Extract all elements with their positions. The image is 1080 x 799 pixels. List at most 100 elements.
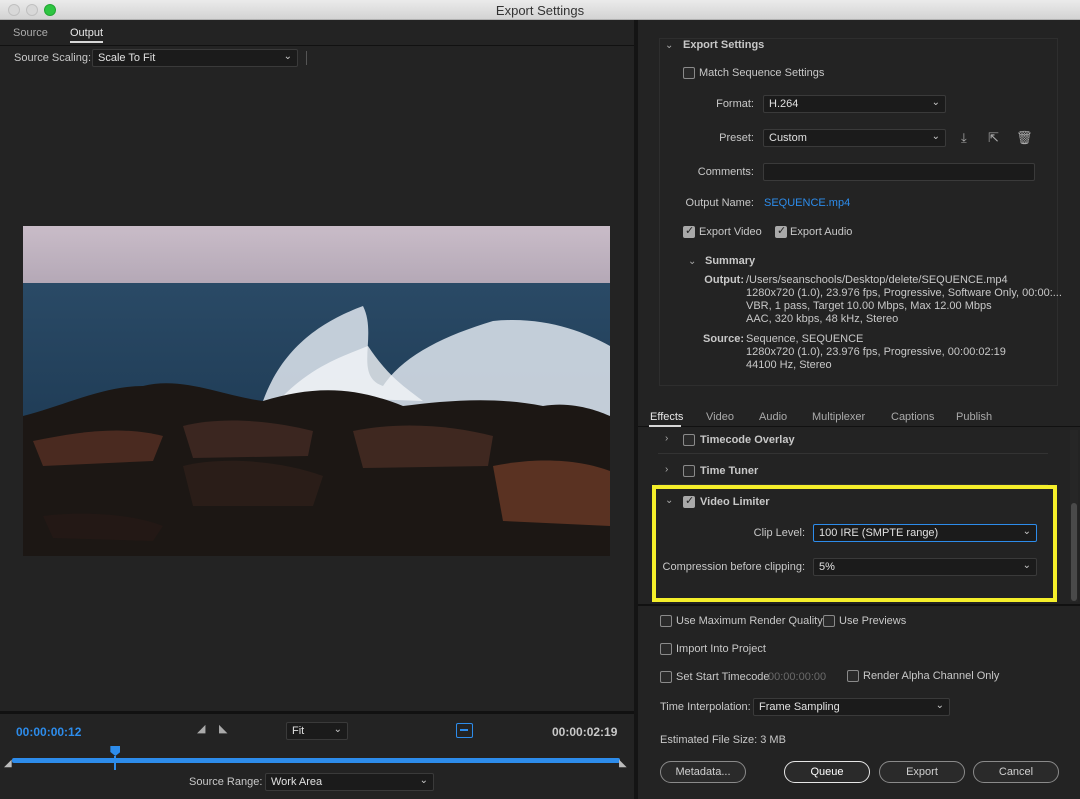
tab-source[interactable]: Source: [13, 27, 48, 39]
expand-chevron-icon[interactable]: ›: [665, 433, 668, 444]
queue-button[interactable]: Queue: [784, 761, 870, 783]
summary-line: 44100 Hz, Stereo: [746, 359, 832, 371]
timecode-overlay-checkbox[interactable]: [683, 434, 695, 446]
summary-chevron-icon[interactable]: ⌄: [688, 256, 696, 267]
tab-captions[interactable]: Captions: [891, 411, 934, 423]
summary-source-label: Source:: [703, 333, 744, 345]
chevron-down-icon: ⌄: [1022, 526, 1031, 537]
range-end-handle[interactable]: ◣: [619, 758, 627, 769]
chevron-down-icon: ⌄: [283, 51, 292, 62]
tab-active-underline: [649, 425, 681, 427]
export-video-label: Export Video: [699, 226, 762, 238]
tab-output[interactable]: Output: [70, 27, 103, 39]
preset-dropdown[interactable]: Custom ⌄: [763, 129, 946, 147]
row-divider: [658, 453, 1048, 454]
clip-level-dropdown[interactable]: 100 IRE (SMPTE range) ⌄: [813, 524, 1037, 542]
import-preset-icon[interactable]: ⇱: [988, 130, 999, 146]
title-bar: Export Settings: [0, 0, 1080, 20]
metadata-button[interactable]: Metadata...: [660, 761, 746, 783]
chevron-down-icon: ⌄: [931, 97, 940, 108]
tab-audio[interactable]: Audio: [759, 411, 787, 423]
summary-line: AAC, 320 kbps, 48 kHz, Stereo: [746, 313, 899, 325]
summary-output-text: /Users/seanschools/Desktop/delete/SEQUEN…: [746, 274, 1062, 326]
match-sequence-checkbox[interactable]: [683, 67, 695, 79]
timeline-divider: [0, 711, 634, 714]
set-start-timecode-label: Set Start Timecode: [676, 671, 770, 683]
tab-divider: [0, 45, 634, 46]
time-interpolation-dropdown[interactable]: Frame Sampling ⌄: [753, 698, 950, 716]
export-audio-checkbox[interactable]: [775, 224, 787, 238]
estimated-file-size: Estimated File Size: 3 MB: [660, 734, 786, 746]
collapse-chevron-icon[interactable]: ⌄: [665, 40, 673, 51]
summary-output-label: Output:: [704, 274, 744, 286]
summary-line: /Users/seanschools/Desktop/delete/SEQUEN…: [746, 274, 1008, 286]
chevron-down-icon: ⌄: [935, 700, 944, 711]
source-scaling-value: Scale To Fit: [98, 52, 156, 64]
summary-line: Sequence, SEQUENCE: [746, 333, 864, 345]
expand-chevron-icon[interactable]: ›: [665, 464, 668, 475]
tab-multiplexer[interactable]: Multiplexer: [812, 411, 865, 423]
summary-line: 1280x720 (1.0), 23.976 fps, Progressive,…: [746, 346, 1006, 358]
effects-scrollbar-thumb[interactable]: [1071, 503, 1077, 601]
video-preview: [23, 226, 610, 556]
export-audio-label: Export Audio: [790, 226, 853, 238]
format-value: H.264: [769, 98, 799, 110]
format-label: Format:: [716, 98, 754, 110]
mark-out-icon[interactable]: ◣: [219, 722, 227, 735]
chevron-down-icon: ⌄: [419, 775, 428, 786]
source-range-label: Source Range:: [189, 776, 263, 788]
playhead[interactable]: [110, 746, 121, 770]
time-tuner-label: Time Tuner: [700, 465, 759, 477]
summary-header: Summary: [705, 255, 756, 267]
match-sequence-label: Match Sequence Settings: [699, 67, 825, 79]
tab-video[interactable]: Video: [706, 411, 734, 423]
timecode-overlay-label: Timecode Overlay: [700, 434, 795, 446]
tab-publish[interactable]: Publish: [956, 411, 992, 423]
collapse-chevron-icon[interactable]: ⌄: [665, 495, 673, 506]
use-previews-checkbox[interactable]: [823, 615, 835, 627]
mark-in-icon[interactable]: ◢: [197, 722, 205, 735]
zoom-level-dropdown[interactable]: Fit ⌄: [286, 722, 348, 740]
compression-value: 5%: [819, 561, 835, 573]
start-timecode-value: 00:00:00:00: [768, 671, 827, 683]
output-name-label: Output Name:: [685, 197, 754, 209]
render-alpha-checkbox[interactable]: [847, 670, 859, 682]
current-time[interactable]: 00:00:00:12: [16, 725, 81, 739]
source-scaling-dropdown[interactable]: Scale To Fit ⌄: [92, 49, 298, 67]
source-scaling-label: Source Scaling:: [14, 52, 92, 64]
set-start-timecode-checkbox[interactable]: [660, 671, 672, 683]
save-preset-icon[interactable]: ⤓: [961, 130, 967, 146]
source-range-dropdown[interactable]: Work Area ⌄: [265, 773, 434, 791]
format-dropdown[interactable]: H.264 ⌄: [763, 95, 946, 113]
fit-to-range-icon[interactable]: [456, 723, 473, 738]
timeline-range-bar[interactable]: [12, 758, 620, 763]
cancel-button[interactable]: Cancel: [973, 761, 1059, 783]
export-video-checkbox[interactable]: [683, 224, 695, 238]
use-max-render-checkbox[interactable]: [660, 615, 672, 627]
range-start-handle[interactable]: ◢: [4, 758, 12, 769]
tab-active-underline: [70, 41, 103, 43]
import-into-project-label: Import Into Project: [676, 643, 766, 655]
time-tuner-checkbox[interactable]: [683, 465, 695, 477]
video-limiter-label: Video Limiter: [700, 496, 770, 508]
time-interpolation-value: Frame Sampling: [759, 701, 840, 713]
clip-level-label: Clip Level:: [753, 527, 805, 539]
chevron-down-icon: ⌄: [333, 724, 342, 735]
preview-panel: Source Output Source Scaling: Scale To F…: [0, 20, 634, 799]
use-previews-label: Use Previews: [839, 615, 907, 627]
export-button[interactable]: Export: [879, 761, 965, 783]
delete-preset-icon[interactable]: 🗑: [1016, 130, 1033, 146]
zoom-level-value: Fit: [292, 725, 305, 737]
tab-effects[interactable]: Effects: [650, 411, 683, 423]
export-settings-header: Export Settings: [683, 39, 765, 51]
preset-label: Preset:: [719, 132, 754, 144]
import-into-project-checkbox[interactable]: [660, 643, 672, 655]
summary-line: 1280x720 (1.0), 23.976 fps, Progressive,…: [746, 287, 1062, 299]
output-name-link[interactable]: SEQUENCE.mp4: [764, 197, 850, 209]
preset-value: Custom: [769, 132, 807, 144]
chevron-down-icon: ⌄: [931, 131, 940, 142]
comments-input[interactable]: [763, 163, 1035, 181]
video-limiter-checkbox[interactable]: [683, 494, 695, 508]
compression-dropdown[interactable]: 5% ⌄: [813, 558, 1037, 576]
summary-line: VBR, 1 pass, Target 10.00 Mbps, Max 12.0…: [746, 300, 992, 312]
